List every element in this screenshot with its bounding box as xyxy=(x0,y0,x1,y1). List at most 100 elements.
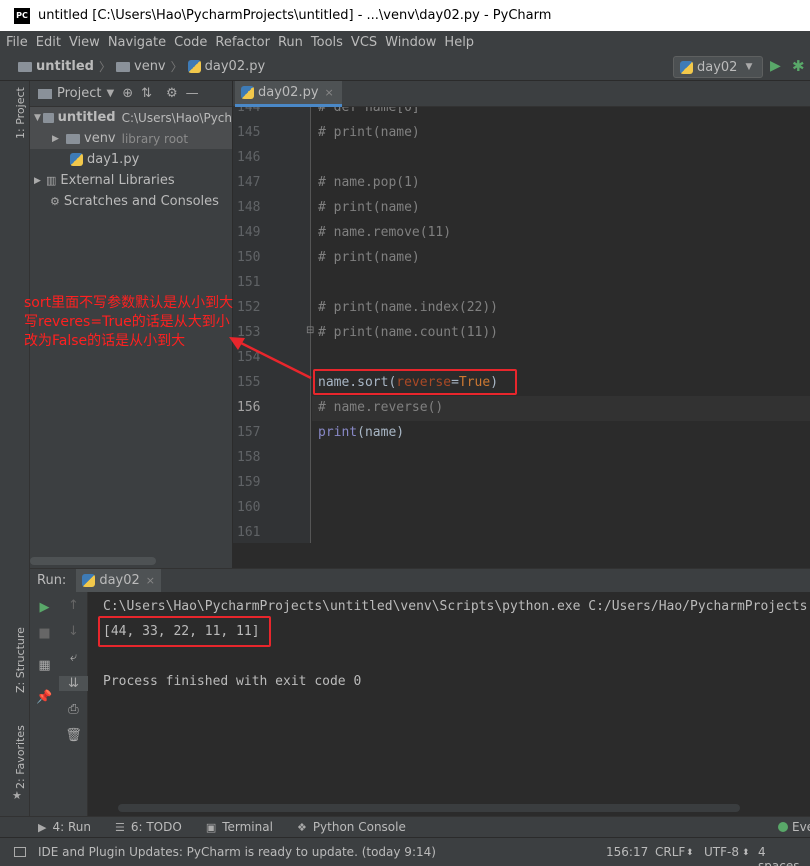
tab-structure[interactable]: Z: Structure xyxy=(14,627,27,693)
arrow-down-icon[interactable]: ↓ xyxy=(59,624,88,639)
annotation-line: sort里面不写参数默认是从小到大 xyxy=(24,295,234,311)
code-line: # print(name) xyxy=(318,200,420,215)
breadcrumb-day02[interactable]: day02.py xyxy=(187,59,265,74)
output-highlight-box xyxy=(98,616,271,647)
tool-terminal[interactable]: ▣ Terminal xyxy=(206,820,273,834)
window-icon[interactable] xyxy=(14,847,26,857)
status-message[interactable]: IDE and Plugin Updates: PyCharm is ready… xyxy=(38,845,436,859)
debug-bug-icon[interactable]: ✱ xyxy=(792,57,805,75)
run-tab-label: day02 xyxy=(99,573,140,588)
tree-item-scratches[interactable]: ⚙ Scratches and Consoles xyxy=(30,191,232,212)
line-number: 149 xyxy=(237,225,261,240)
chevron-down-icon: ⬍ xyxy=(742,848,750,858)
menu-refactor[interactable]: Refactor xyxy=(215,35,270,50)
tab-project[interactable]: 1: Project xyxy=(14,87,27,139)
trash-icon[interactable]: 🗑 xyxy=(59,728,88,743)
tree-item-untitled[interactable]: ▼ untitled C:\Users\Hao\Pych xyxy=(30,107,232,128)
tree-item-label: External Libraries xyxy=(60,173,175,188)
line-separator[interactable]: CRLF xyxy=(655,845,685,859)
python-file-icon xyxy=(241,86,254,99)
console-horizontal-scrollbar[interactable] xyxy=(118,804,740,812)
file-encoding[interactable]: UTF-8 xyxy=(704,845,739,859)
code-editor[interactable]: 144 145 146 147 148 149 150 151 152 153 … xyxy=(233,107,810,543)
run-configuration-select[interactable]: day02 ▼ xyxy=(673,56,763,78)
line-number: 144 xyxy=(237,107,261,115)
tree-item-hint: library root xyxy=(121,131,189,146)
tree-item-label: Scratches and Consoles xyxy=(63,194,219,209)
line-number: 161 xyxy=(237,525,261,540)
annotation-arrow-icon xyxy=(229,337,312,380)
menu-help[interactable]: Help xyxy=(444,35,474,50)
code-line: # name.remove(11) xyxy=(318,225,452,240)
run-toolbar-secondary: ↑ ↓ ⤶ ⇊ ⎙ 🗑 xyxy=(59,592,88,816)
tree-item-path: C:\Users\Hao\Pych xyxy=(121,110,232,125)
tree-item-label: untitled xyxy=(57,110,116,125)
horizontal-scrollbar[interactable] xyxy=(30,557,156,565)
tool-python-console[interactable]: ❖ Python Console xyxy=(297,820,406,834)
menu-navigate[interactable]: Navigate xyxy=(108,35,166,50)
breadcrumb-untitled[interactable]: untitled xyxy=(18,59,94,74)
menu-tools[interactable]: Tools xyxy=(311,35,343,50)
target-icon[interactable]: ⊕ xyxy=(122,86,133,101)
menu-code[interactable]: Code xyxy=(174,35,207,50)
scratches-icon: ⚙ xyxy=(50,195,60,208)
arrow-up-icon[interactable]: ↑ xyxy=(59,598,88,613)
tab-day02[interactable]: day02.py × xyxy=(235,81,342,107)
python-file-icon xyxy=(187,60,201,73)
tool-window-bar: ▶ 4: Run ☰ 6: TODO ▣ Terminal ❖ Python C… xyxy=(0,816,810,837)
line-number: 150 xyxy=(237,250,261,265)
python-icon xyxy=(680,60,693,74)
menu-view[interactable]: View xyxy=(69,35,100,50)
tree-item-external-libraries[interactable]: ▶ ▥ External Libraries xyxy=(30,170,232,191)
line-number: 156 xyxy=(237,400,261,415)
tree-item-day1[interactable]: day1.py xyxy=(30,149,232,170)
window-title: untitled [C:\Users\Hao\PycharmProjects\u… xyxy=(38,8,552,23)
tool-label: Eve xyxy=(792,820,810,834)
pin-icon[interactable]: 📌 xyxy=(30,690,59,705)
line-number: 147 xyxy=(237,175,261,190)
tool-run[interactable]: ▶ 4: Run xyxy=(38,820,91,834)
line-number: 159 xyxy=(237,475,261,490)
tool-event-log[interactable]: Eve xyxy=(778,820,810,834)
run-icon[interactable]: ▶ xyxy=(770,58,781,74)
close-icon[interactable]: × xyxy=(325,86,334,99)
navigation-bar: untitled 〉 venv 〉 day02.py day02 ▼ ▶ ✱ xyxy=(0,53,810,81)
tree-item-venv[interactable]: ▶ venv library root xyxy=(30,128,232,149)
project-panel-title[interactable]: Project xyxy=(57,86,101,101)
layout-icon[interactable]: ▦ xyxy=(30,658,59,673)
list-icon: ☰ xyxy=(114,820,125,834)
soft-wrap-icon[interactable]: ⤶ xyxy=(59,650,88,665)
run-tab-day02[interactable]: day02 × xyxy=(76,568,161,593)
tool-todo[interactable]: ☰ 6: TODO xyxy=(115,820,182,834)
breadcrumb-venv[interactable]: venv xyxy=(116,59,166,74)
indent-setting[interactable]: 4 spaces xyxy=(758,845,810,866)
stop-icon[interactable]: ■ xyxy=(30,626,59,641)
chevron-down-icon: ▼ xyxy=(34,112,41,123)
tool-label: Python Console xyxy=(312,820,406,834)
menu-vcs[interactable]: VCS xyxy=(351,35,377,50)
menu-file[interactable]: File xyxy=(6,35,28,50)
minimize-icon[interactable]: — xyxy=(186,86,199,101)
scroll-to-end-icon[interactable]: ⇊ xyxy=(59,676,88,691)
code-line-print: print(name) xyxy=(318,425,405,440)
editor-tabs: day02.py × xyxy=(233,81,810,107)
console-output[interactable]: C:\Users\Hao\PycharmProjects\untitled\ve… xyxy=(88,592,810,816)
code-line: # name.reverse() xyxy=(318,400,444,415)
rerun-icon[interactable]: ▶ xyxy=(30,600,59,615)
print-icon[interactable]: ⎙ xyxy=(59,702,88,717)
cursor-position[interactable]: 156:17 xyxy=(606,845,648,859)
pycharm-logo-icon: PC xyxy=(14,7,30,24)
run-panel-label: Run: xyxy=(37,573,67,588)
console-command: C:\Users\Hao\PycharmProjects\untitled\ve… xyxy=(103,599,808,614)
gear-icon[interactable]: ⚙ xyxy=(166,86,178,101)
chevron-down-icon[interactable]: ▼ xyxy=(106,88,114,99)
project-panel-header: Project ▼ ⊕ ⇅ ⚙ — xyxy=(30,81,232,107)
menu-run[interactable]: Run xyxy=(278,35,303,50)
close-icon[interactable]: × xyxy=(146,574,155,587)
menu-window[interactable]: Window xyxy=(385,35,436,50)
collapse-icon[interactable]: ⇅ xyxy=(141,86,152,101)
tab-favorites[interactable]: 2: Favorites xyxy=(14,725,27,789)
menu-edit[interactable]: Edit xyxy=(36,35,61,50)
menu-bar: File Edit View Navigate Code Refactor Ru… xyxy=(0,31,810,53)
library-icon: ▥ xyxy=(46,174,57,187)
